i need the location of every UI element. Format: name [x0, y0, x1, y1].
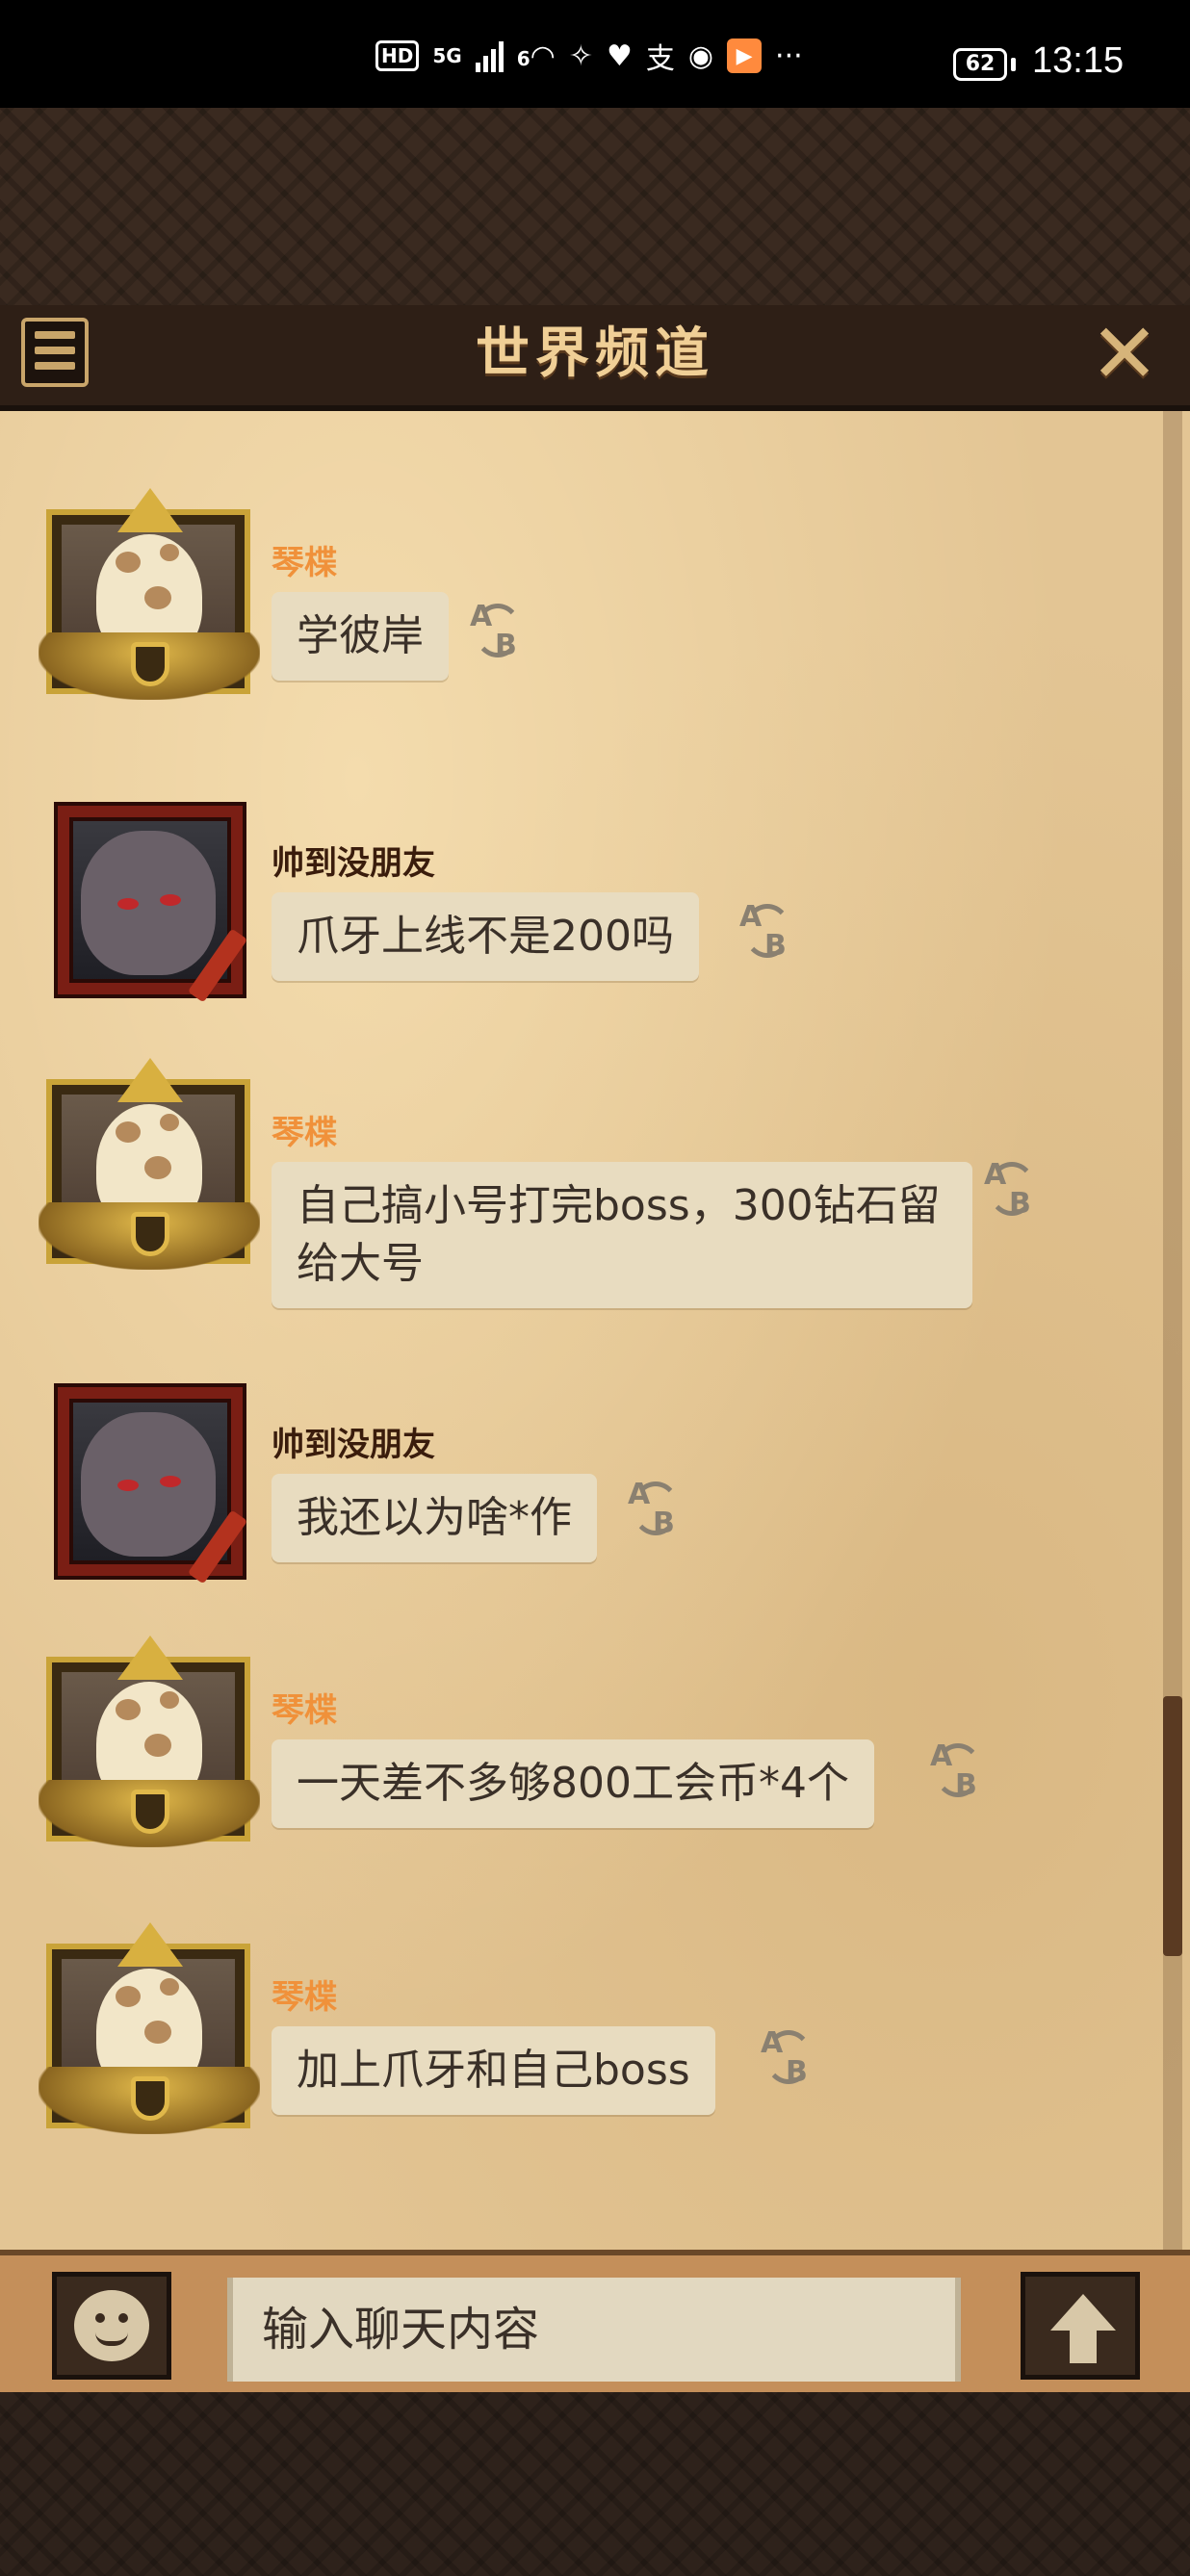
wifi-icon: 6◠ [516, 39, 556, 73]
avatar[interactable] [39, 806, 250, 1018]
translate-icon[interactable]: AB [628, 1478, 684, 1540]
smiley-face-icon [74, 2290, 149, 2361]
translate-icon[interactable]: AB [761, 2026, 816, 2089]
message-bubble[interactable]: 自己搞小号打完boss，300钻石留给大号 [272, 1162, 972, 1308]
status-icons: HD 5G 6◠ ✧ ♥ 支 ◉ ▶ ··· [375, 37, 803, 76]
chat-input[interactable] [227, 2278, 961, 2382]
sender-name[interactable]: 琴楪 [272, 1684, 337, 1731]
chat-message-list[interactable]: 琴楪 学彼岸 AB 帅到没朋友 爪牙上线不是200吗 AB 琴楪 自己搞小号打完… [0, 411, 1190, 2250]
translate-icon[interactable]: AB [930, 1739, 986, 1802]
shield-emblem-icon [131, 1212, 169, 1256]
signal-icon [475, 39, 504, 72]
shield-emblem-icon [131, 642, 169, 686]
heart-health-icon: ♥ [606, 39, 633, 73]
sender-name[interactable]: 琴楪 [272, 1971, 337, 2018]
more-icon: ··· [775, 39, 803, 73]
play-app-icon: ▶ [727, 39, 763, 73]
status-bar: HD 5G 6◠ ✧ ♥ 支 ◉ ▶ ··· 62 13:15 [0, 0, 1190, 108]
sender-name[interactable]: 帅到没朋友 [272, 1418, 435, 1465]
ball-app-icon: ◉ [687, 39, 714, 73]
sender-name[interactable]: 琴楪 [272, 1106, 337, 1153]
up-arrow-icon [1050, 2294, 1116, 2331]
network-type: 5G [432, 44, 462, 67]
sender-name[interactable]: 帅到没朋友 [272, 837, 435, 884]
alipay-icon: 支 [645, 42, 675, 76]
crown-icon [117, 1922, 183, 1967]
sender-name[interactable]: 琴楪 [272, 536, 337, 583]
wifi-badge: 6 [516, 46, 530, 70]
crown-icon [117, 1058, 183, 1102]
close-icon[interactable]: ✕ [1088, 313, 1161, 396]
translate-icon[interactable]: AB [470, 600, 526, 662]
avatar[interactable] [39, 1387, 250, 1599]
rat-face [81, 831, 216, 975]
shield-emblem-icon [131, 2076, 169, 2121]
message-bubble[interactable]: 一天差不多够800工会币*4个 [272, 1739, 874, 1828]
crown-icon [117, 488, 183, 532]
avatar[interactable] [39, 1922, 260, 2134]
battery-icon: 62 [953, 48, 1007, 81]
translate-icon[interactable]: AB [739, 900, 795, 963]
clock: 13:15 [1032, 40, 1125, 81]
up-arrow-shaft [1070, 2329, 1097, 2363]
message-bubble[interactable]: 爪牙上线不是200吗 [272, 892, 699, 981]
rat-face [81, 1412, 216, 1557]
decorative-bottom-border [0, 2392, 1190, 2576]
scrollbar-thumb[interactable] [1163, 1696, 1182, 1956]
shield-emblem-icon [131, 1790, 169, 1834]
send-button[interactable] [1021, 2272, 1140, 2380]
bird-app-icon: ✧ [568, 39, 593, 73]
message-bubble[interactable]: 加上爪牙和自己boss [272, 2026, 715, 2115]
message-bubble[interactable]: 学彼岸 [272, 592, 449, 681]
emoji-button[interactable] [52, 2272, 171, 2380]
translate-icon[interactable]: AB [984, 1158, 1040, 1221]
page-title: 世界频道 [476, 322, 714, 385]
avatar[interactable] [39, 1058, 260, 1270]
scrollbar-track[interactable] [1163, 411, 1182, 2250]
avatar[interactable] [39, 1636, 260, 1847]
decorative-top-border [0, 108, 1190, 305]
crown-icon [117, 1636, 183, 1680]
message-bubble[interactable]: 我还以为啥*作 [272, 1474, 597, 1562]
hd-badge: HD [375, 40, 420, 71]
avatar[interactable] [39, 488, 260, 700]
battery-tip [1011, 58, 1016, 71]
